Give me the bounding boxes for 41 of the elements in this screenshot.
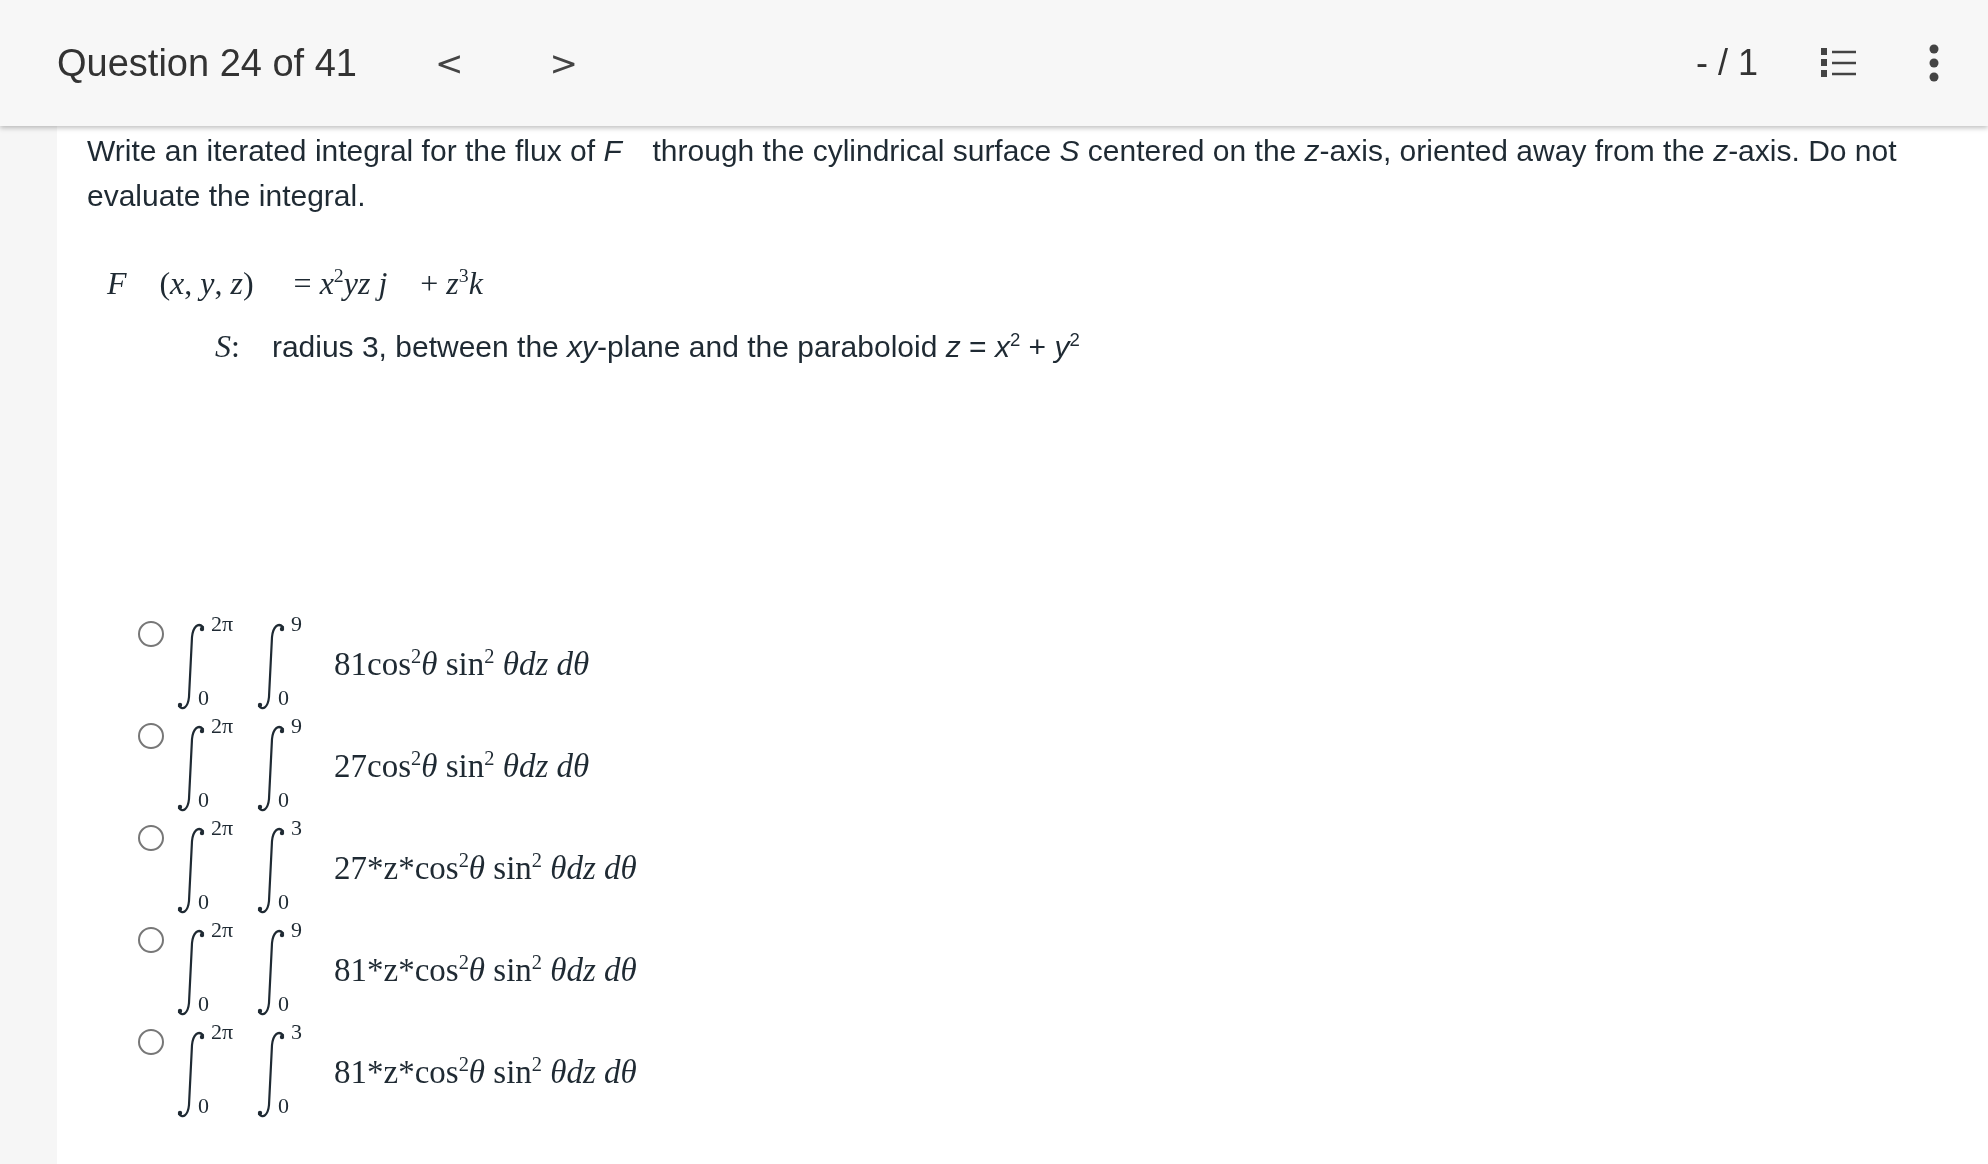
- lower-limit: 0: [278, 786, 289, 813]
- upper-limit: 9: [291, 610, 302, 637]
- upper-limit: 2π: [211, 916, 234, 943]
- upper-limit: 2π: [211, 1018, 234, 1045]
- integrand: 81*z*cos$^{2}$θ sin$^{2}$ θdz dθ: [334, 1052, 637, 1091]
- lower-limit: 0: [278, 990, 289, 1017]
- upper-limit: 2π: [211, 712, 234, 739]
- lower-limit: 0: [198, 684, 209, 711]
- question-text: Write an iterated integral for the flux of F⃗ through the cylindrical surface S centered on the z-axis, oriented away from the z-axis. Do not evaluate the integral.: [87, 133, 1898, 214]
- lower-limit: 0: [198, 1092, 209, 1119]
- lower-limit: 0: [198, 786, 209, 813]
- question-title: Question 24 of 41: [57, 41, 357, 85]
- lower-limit: 0: [278, 888, 289, 915]
- surface-description: radius 3, between the xy-plane and the paraboloid z = x$^{2}$ + y$^{2}$: [271, 328, 1080, 364]
- lower-limit: 0: [198, 888, 209, 915]
- score-label: - / 1: [1696, 42, 1758, 84]
- integrand: 27*z*cos$^{2}$θ sin$^{2}$ θdz dθ: [334, 848, 637, 887]
- upper-limit: 3: [291, 814, 302, 841]
- upper-limit: 3: [291, 1018, 302, 1045]
- radio-button[interactable]: [138, 722, 164, 749]
- integrand: 81*z*cos$^{2}$θ sin$^{2}$ θdz dθ: [334, 950, 637, 989]
- surface-label: S:: [215, 327, 240, 365]
- lower-limit: 0: [198, 990, 209, 1017]
- previous-button[interactable]: <: [427, 43, 472, 83]
- more-options-icon[interactable]: [1928, 44, 1940, 82]
- upper-limit: 2π: [211, 814, 234, 841]
- upper-limit: 9: [291, 712, 302, 739]
- formula-label: F⃗ (x, y, z): [107, 264, 254, 302]
- next-button[interactable]: >: [541, 43, 586, 83]
- upper-limit: 2π: [211, 610, 234, 637]
- radio-button[interactable]: [138, 926, 164, 953]
- formula: = x$^{2}$yz j⃗ + z$^{3}$k⃗: [293, 264, 508, 302]
- lower-limit: 0: [278, 1092, 289, 1119]
- radio-button[interactable]: [138, 824, 164, 851]
- lower-limit: 0: [278, 684, 289, 711]
- upper-limit: 9: [291, 916, 302, 943]
- radio-button[interactable]: [138, 1028, 164, 1055]
- integrand: 81cos$^{2}$θ sin$^{2}$ θdz dθ: [334, 644, 590, 683]
- integrand: 27cos$^{2}$θ sin$^{2}$ θdz dθ: [334, 746, 590, 785]
- radio-button[interactable]: [138, 620, 164, 647]
- numbered-list-icon[interactable]: [1818, 46, 1858, 80]
